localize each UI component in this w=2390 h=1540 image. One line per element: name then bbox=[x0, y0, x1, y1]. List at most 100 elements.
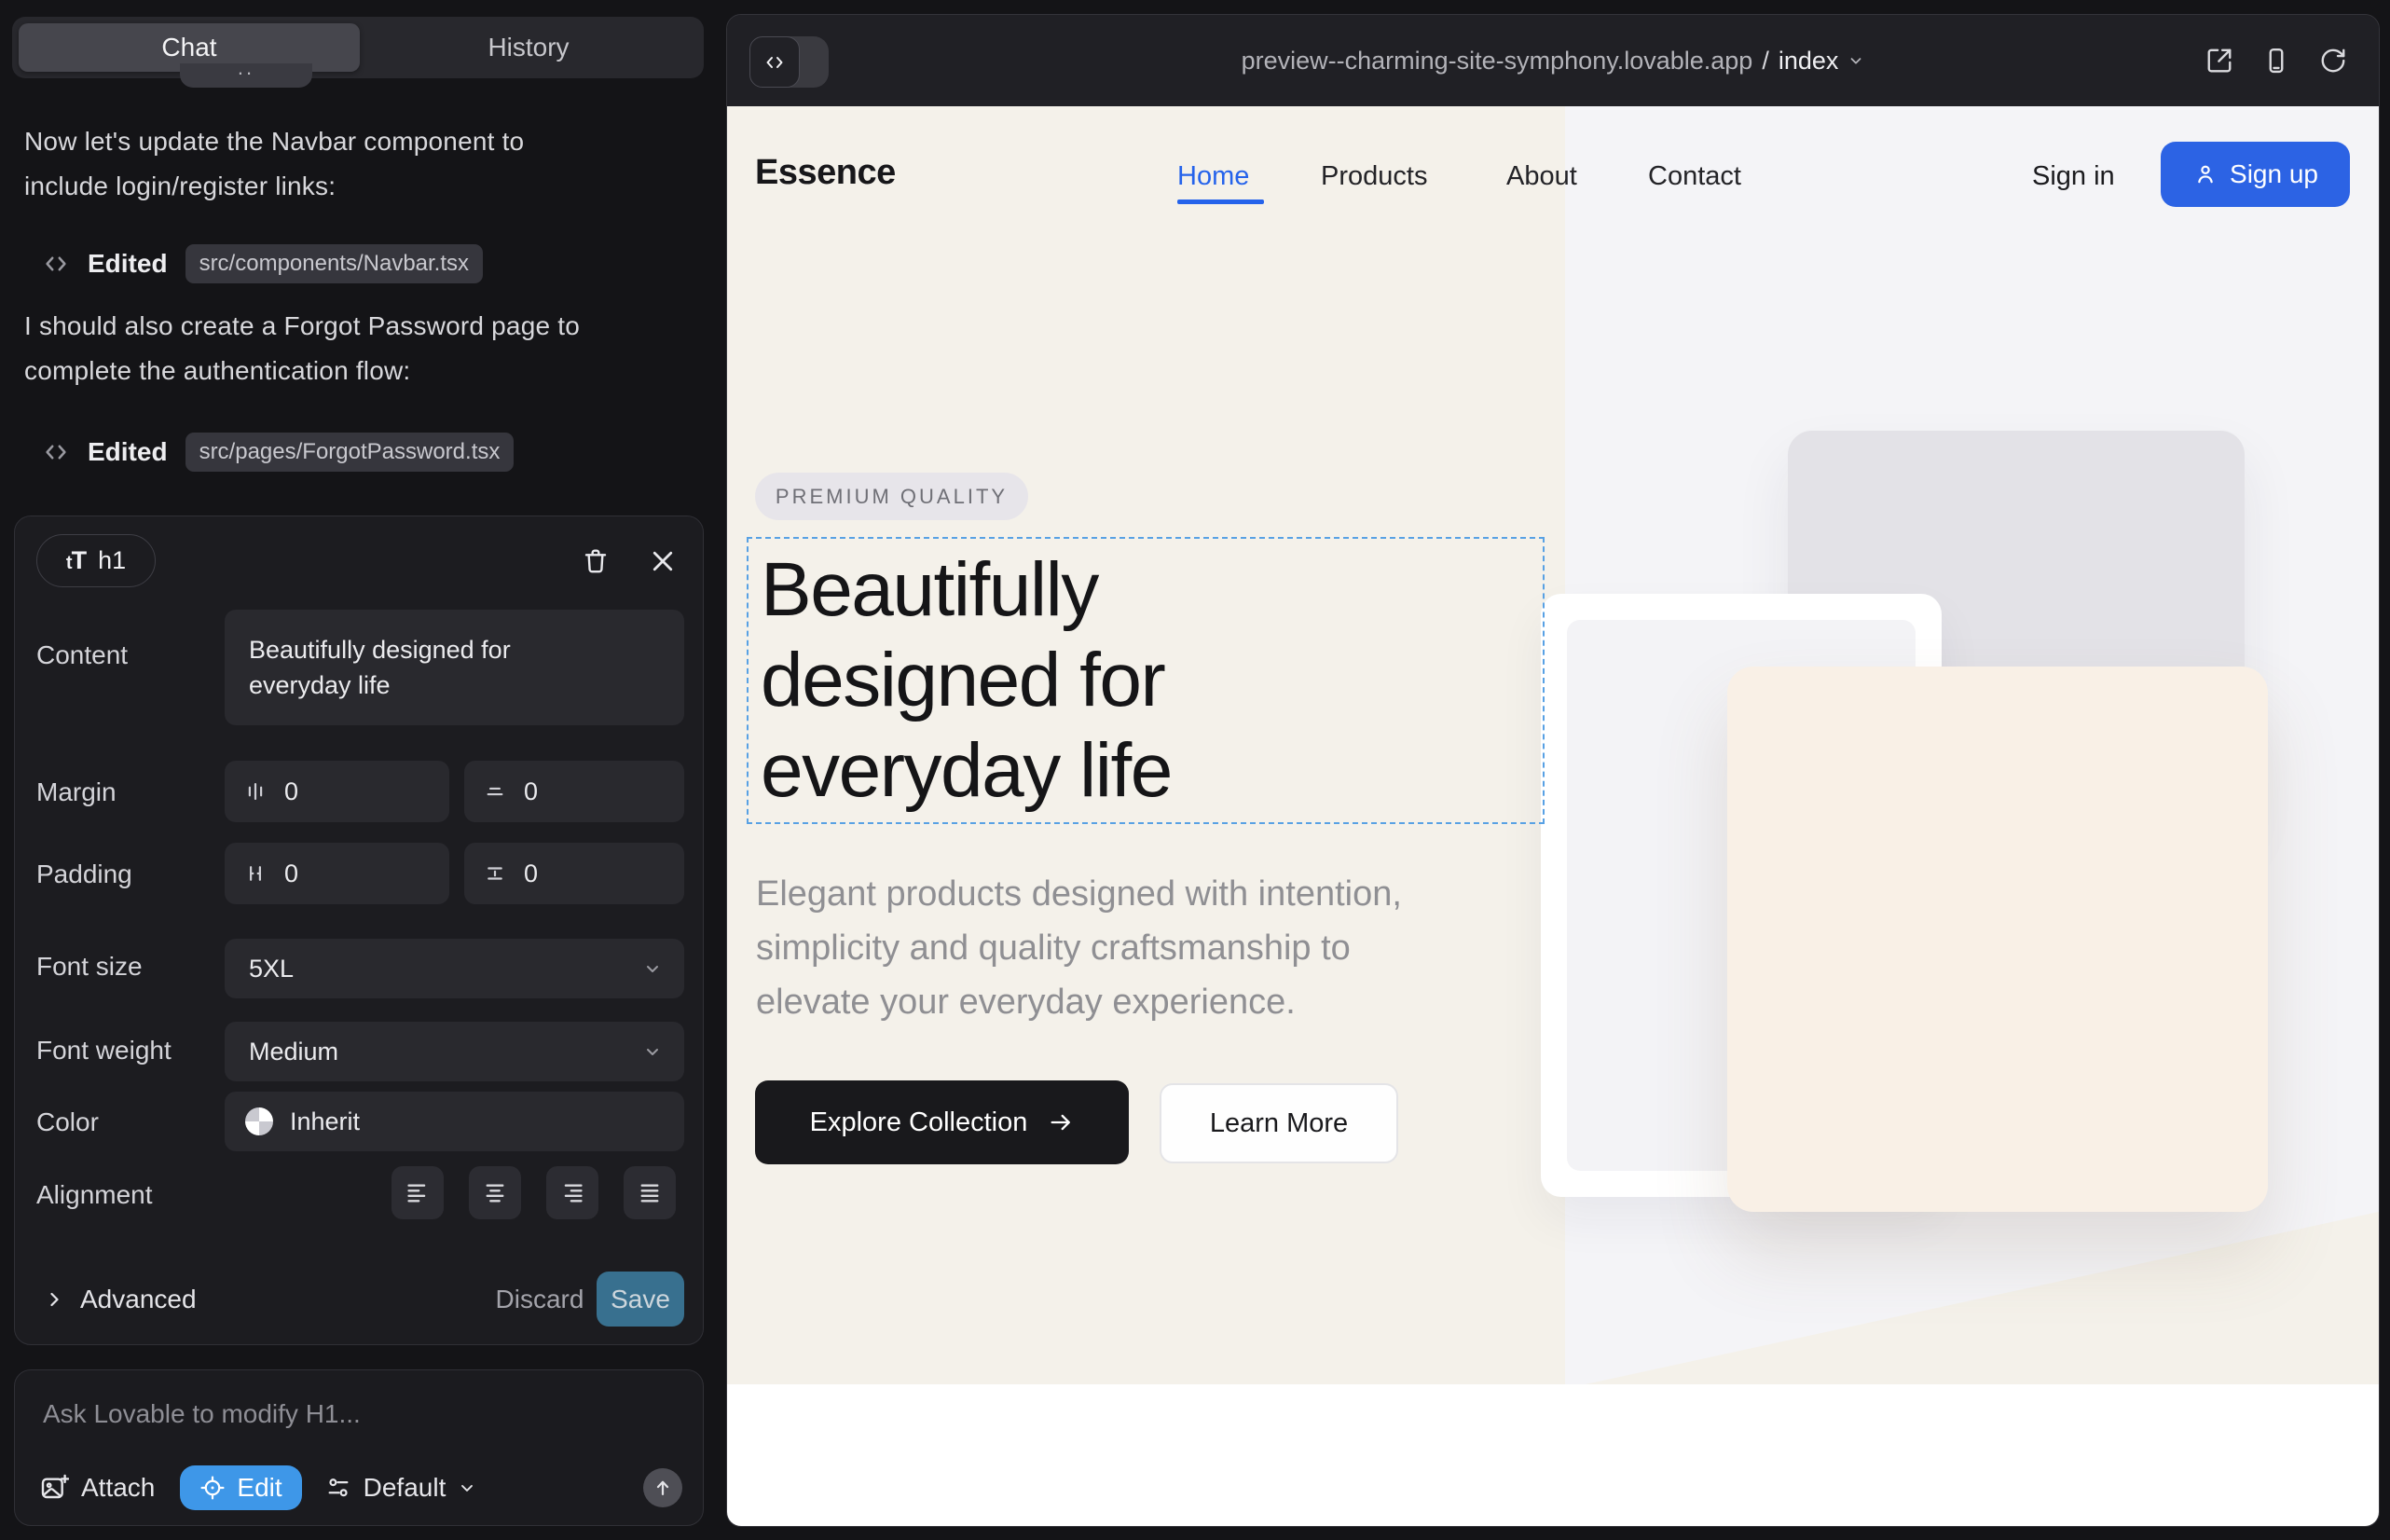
chat-message-line: include login/register links: bbox=[24, 164, 524, 209]
edited-file-row: Edited src/components/Navbar.tsx bbox=[42, 244, 483, 283]
preview-window: preview--charming-site-symphony.lovable.… bbox=[726, 14, 2380, 1527]
chevron-right-icon bbox=[43, 1288, 65, 1311]
chat-message: Now let's update the Navbar component to… bbox=[24, 119, 524, 208]
preview-url-page[interactable]: index bbox=[1779, 47, 1839, 76]
clipped-file-chip[interactable]: .. bbox=[180, 63, 312, 88]
composer-toolbar: Attach Edit Default bbox=[39, 1465, 682, 1510]
align-center-icon bbox=[483, 1181, 507, 1205]
learn-more-button[interactable]: Learn More bbox=[1160, 1083, 1398, 1163]
nav-link-products[interactable]: Products bbox=[1321, 161, 1427, 192]
margin-y-input[interactable]: 0 bbox=[464, 761, 684, 822]
sliders-icon bbox=[325, 1475, 351, 1501]
close-editor-button[interactable] bbox=[644, 543, 681, 580]
attach-image-icon bbox=[39, 1473, 69, 1503]
chevron-down-icon bbox=[1847, 52, 1864, 69]
margin-horizontal-icon bbox=[245, 781, 266, 802]
chat-message-line: complete the authentication flow: bbox=[24, 349, 580, 393]
explore-collection-button[interactable]: Explore Collection bbox=[755, 1080, 1129, 1164]
color-select[interactable]: Inherit bbox=[225, 1092, 684, 1151]
font-size-select[interactable]: 5XL bbox=[225, 939, 684, 998]
padding-x-input[interactable]: 0 bbox=[225, 843, 449, 904]
advanced-toggle[interactable]: Advanced bbox=[43, 1272, 197, 1327]
edited-label: Edited bbox=[88, 437, 168, 467]
code-icon bbox=[42, 438, 70, 466]
file-chip[interactable]: src/pages/ForgotPassword.tsx bbox=[185, 433, 515, 472]
padding-y-input[interactable]: 0 bbox=[464, 843, 684, 904]
chevron-down-icon bbox=[641, 957, 664, 980]
tab-history[interactable]: History bbox=[360, 23, 697, 72]
element-tag-badge: tT h1 bbox=[36, 534, 156, 587]
font-size-label: Font size bbox=[36, 952, 143, 982]
padding-label: Padding bbox=[36, 859, 132, 889]
nav-link-contact[interactable]: Contact bbox=[1648, 161, 1741, 192]
composer-input[interactable] bbox=[43, 1393, 667, 1436]
preview-browser-header: preview--charming-site-symphony.lovable.… bbox=[727, 15, 2379, 106]
content-label: Content bbox=[36, 640, 128, 670]
typography-icon: tT bbox=[66, 546, 86, 575]
edited-label: Edited bbox=[88, 249, 168, 279]
font-weight-select[interactable]: Medium bbox=[225, 1022, 684, 1081]
padding-vertical-icon bbox=[485, 863, 505, 884]
padding-horizontal-icon bbox=[245, 863, 266, 884]
element-editor-panel: tT h1 Content Beautifully designed for e… bbox=[14, 516, 704, 1345]
chevron-down-icon bbox=[458, 1478, 476, 1497]
align-justify-icon bbox=[638, 1181, 662, 1205]
align-right-icon bbox=[560, 1181, 584, 1205]
alignment-label: Alignment bbox=[36, 1180, 153, 1210]
font-weight-label: Font weight bbox=[36, 1036, 172, 1066]
model-mode-dropdown[interactable]: Default bbox=[325, 1473, 477, 1503]
chevron-down-icon bbox=[641, 1040, 664, 1063]
chat-message-line: Now let's update the Navbar component to bbox=[24, 119, 524, 164]
arrow-up-icon bbox=[652, 1478, 673, 1498]
align-justify-button[interactable] bbox=[624, 1166, 676, 1219]
save-button[interactable]: Save bbox=[597, 1272, 684, 1327]
site-preview: Essence Home Products About Contact Sign… bbox=[727, 106, 2379, 1526]
hero-badge: PREMIUM QUALITY bbox=[755, 473, 1028, 520]
hero-decor-beige-card bbox=[1727, 667, 2268, 1212]
site-brand[interactable]: Essence bbox=[755, 153, 896, 193]
color-label: Color bbox=[36, 1107, 99, 1137]
preview-header-actions bbox=[2205, 15, 2347, 106]
align-left-icon bbox=[405, 1181, 430, 1205]
chat-message: I should also create a Forgot Password p… bbox=[24, 304, 580, 392]
hero-paragraph: Elegant products designed with intention… bbox=[756, 867, 1402, 1029]
arrow-right-icon bbox=[1048, 1109, 1074, 1135]
signup-button[interactable]: Sign up bbox=[2161, 142, 2350, 207]
delete-element-button[interactable] bbox=[577, 543, 614, 580]
target-icon bbox=[199, 1475, 226, 1501]
margin-x-input[interactable]: 0 bbox=[225, 761, 449, 822]
nav-link-about[interactable]: About bbox=[1506, 161, 1577, 192]
edit-mode-button[interactable]: Edit bbox=[180, 1465, 301, 1510]
element-tag-name: h1 bbox=[98, 546, 126, 575]
align-center-button[interactable] bbox=[469, 1166, 521, 1219]
discard-button[interactable]: Discard bbox=[470, 1272, 610, 1327]
margin-label: Margin bbox=[36, 777, 117, 807]
lovable-app: Chat History .. Now let's update the Nav… bbox=[0, 0, 2390, 1540]
edited-file-row: Edited src/pages/ForgotPassword.tsx bbox=[42, 433, 514, 472]
align-left-button[interactable] bbox=[391, 1166, 444, 1219]
chat-history-tabbar: Chat History bbox=[12, 17, 704, 78]
code-icon bbox=[42, 250, 70, 278]
file-chip[interactable]: src/components/Navbar.tsx bbox=[185, 244, 483, 283]
open-in-new-tab-icon[interactable] bbox=[2205, 47, 2233, 75]
chat-composer: Attach Edit Default bbox=[14, 1369, 704, 1526]
trash-icon bbox=[581, 546, 611, 576]
signin-link[interactable]: Sign in bbox=[2032, 161, 2115, 192]
color-swatch bbox=[245, 1107, 273, 1135]
refresh-icon[interactable] bbox=[2319, 47, 2347, 75]
mobile-view-icon[interactable] bbox=[2262, 47, 2290, 75]
nav-active-underline bbox=[1177, 199, 1264, 204]
content-input[interactable]: Beautifully designed for everyday life bbox=[225, 610, 684, 725]
preview-url-domain: preview--charming-site-symphony.lovable.… bbox=[1242, 47, 1753, 76]
margin-vertical-icon bbox=[485, 781, 505, 802]
nav-link-home[interactable]: Home bbox=[1177, 161, 1249, 192]
align-right-button[interactable] bbox=[546, 1166, 598, 1219]
close-icon bbox=[649, 547, 677, 575]
user-icon bbox=[2192, 161, 2218, 187]
preview-url-separator: / bbox=[1762, 47, 1769, 76]
chat-message-line: I should also create a Forgot Password p… bbox=[24, 304, 580, 349]
attach-button[interactable]: Attach bbox=[39, 1473, 155, 1503]
preview-url-bar[interactable]: preview--charming-site-symphony.lovable.… bbox=[727, 15, 2379, 106]
send-button[interactable] bbox=[643, 1468, 682, 1507]
hero-heading[interactable]: Beautifully designed for everyday life bbox=[761, 544, 1172, 816]
